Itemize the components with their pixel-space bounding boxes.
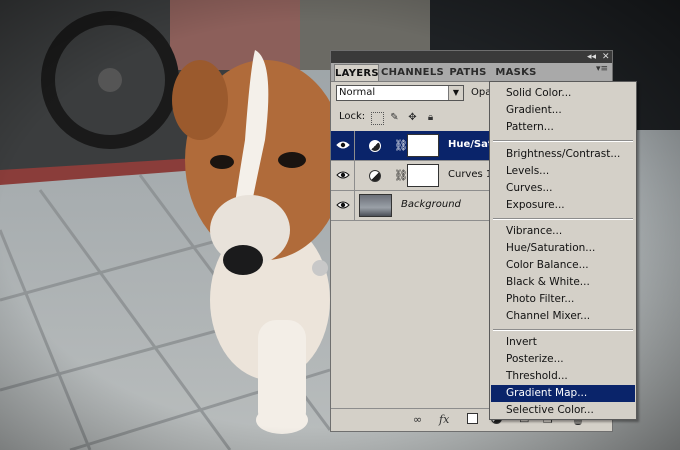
blend-mode-value: Normal bbox=[339, 87, 376, 98]
link-icon[interactable]: ∞ bbox=[413, 413, 422, 427]
eye-icon bbox=[336, 141, 350, 149]
layer-mask-thumbnail[interactable] bbox=[407, 134, 439, 157]
adjustment-layer-icon bbox=[369, 140, 381, 152]
adjustment-layer-menu: Solid Color... Gradient... Pattern... Br… bbox=[489, 81, 637, 420]
blend-mode-select[interactable]: Normal ▼ bbox=[336, 85, 464, 101]
eye-icon bbox=[336, 171, 350, 179]
fx-icon[interactable]: fx bbox=[439, 413, 449, 427]
layer-thumbnail bbox=[359, 194, 392, 217]
menu-item-gradient[interactable]: Gradient... bbox=[491, 102, 635, 119]
tab-channels[interactable]: CHANNELS bbox=[381, 64, 444, 81]
menu-item-photo-filter[interactable]: Photo Filter... bbox=[491, 291, 635, 308]
mask-icon[interactable] bbox=[467, 413, 478, 424]
menu-item-gradient-map[interactable]: Gradient Map... bbox=[491, 385, 635, 402]
lock-label: Lock: bbox=[339, 111, 366, 122]
collapse-icon[interactable]: ◂◂ bbox=[587, 52, 596, 62]
panel-tabs: LAYERS CHANNELS PATHS MASKS ▾≡ bbox=[331, 63, 612, 82]
layer-mask-thumbnail[interactable] bbox=[407, 164, 439, 187]
panel-menu-icon[interactable]: ▾≡ bbox=[596, 64, 608, 74]
panel-titlebar[interactable]: ◂◂ ✕ bbox=[331, 51, 612, 63]
menu-separator bbox=[493, 218, 633, 220]
menu-separator bbox=[493, 329, 633, 331]
layer-name: Background bbox=[401, 199, 461, 210]
eye-icon bbox=[336, 201, 350, 209]
menu-item-color-balance[interactable]: Color Balance... bbox=[491, 257, 635, 274]
menu-item-posterize[interactable]: Posterize... bbox=[491, 351, 635, 368]
layer-name: Hue/Sat bbox=[448, 139, 493, 150]
menu-item-brightness-contrast[interactable]: Brightness/Contrast... bbox=[491, 146, 635, 163]
lock-transparency-icon[interactable] bbox=[371, 112, 384, 125]
menu-item-threshold[interactable]: Threshold... bbox=[491, 368, 635, 385]
menu-separator bbox=[493, 140, 633, 142]
close-icon[interactable]: ✕ bbox=[602, 52, 610, 62]
layer-name: Curves 1 bbox=[448, 169, 493, 180]
tab-masks[interactable]: MASKS bbox=[495, 64, 537, 81]
menu-item-vibrance[interactable]: Vibrance... bbox=[491, 223, 635, 240]
menu-item-channel-mixer[interactable]: Channel Mixer... bbox=[491, 308, 635, 325]
visibility-toggle[interactable] bbox=[331, 131, 355, 160]
link-icon[interactable]: ⛓︎ bbox=[394, 169, 408, 183]
visibility-toggle[interactable] bbox=[331, 161, 355, 190]
menu-item-hue-saturation[interactable]: Hue/Saturation... bbox=[491, 240, 635, 257]
tab-paths[interactable]: PATHS bbox=[447, 64, 489, 81]
chevron-down-icon: ▼ bbox=[448, 86, 463, 100]
lock-brush-icon[interactable]: ✎ bbox=[389, 112, 400, 123]
menu-item-selective-color[interactable]: Selective Color... bbox=[491, 402, 635, 419]
menu-item-levels[interactable]: Levels... bbox=[491, 163, 635, 180]
menu-item-curves[interactable]: Curves... bbox=[491, 180, 635, 197]
menu-item-solid-color[interactable]: Solid Color... bbox=[491, 85, 635, 102]
visibility-toggle[interactable] bbox=[331, 191, 355, 220]
menu-item-invert[interactable]: Invert bbox=[491, 334, 635, 351]
menu-item-black-white[interactable]: Black & White... bbox=[491, 274, 635, 291]
menu-item-exposure[interactable]: Exposure... bbox=[491, 197, 635, 214]
lock-all-icon[interactable]: 🔒︎ bbox=[425, 112, 436, 123]
lock-move-icon[interactable]: ✥ bbox=[407, 112, 418, 123]
tab-layers[interactable]: LAYERS bbox=[334, 64, 379, 81]
menu-item-pattern[interactable]: Pattern... bbox=[491, 119, 635, 136]
link-icon[interactable]: ⛓︎ bbox=[394, 139, 408, 153]
adjustment-layer-icon bbox=[369, 170, 381, 182]
